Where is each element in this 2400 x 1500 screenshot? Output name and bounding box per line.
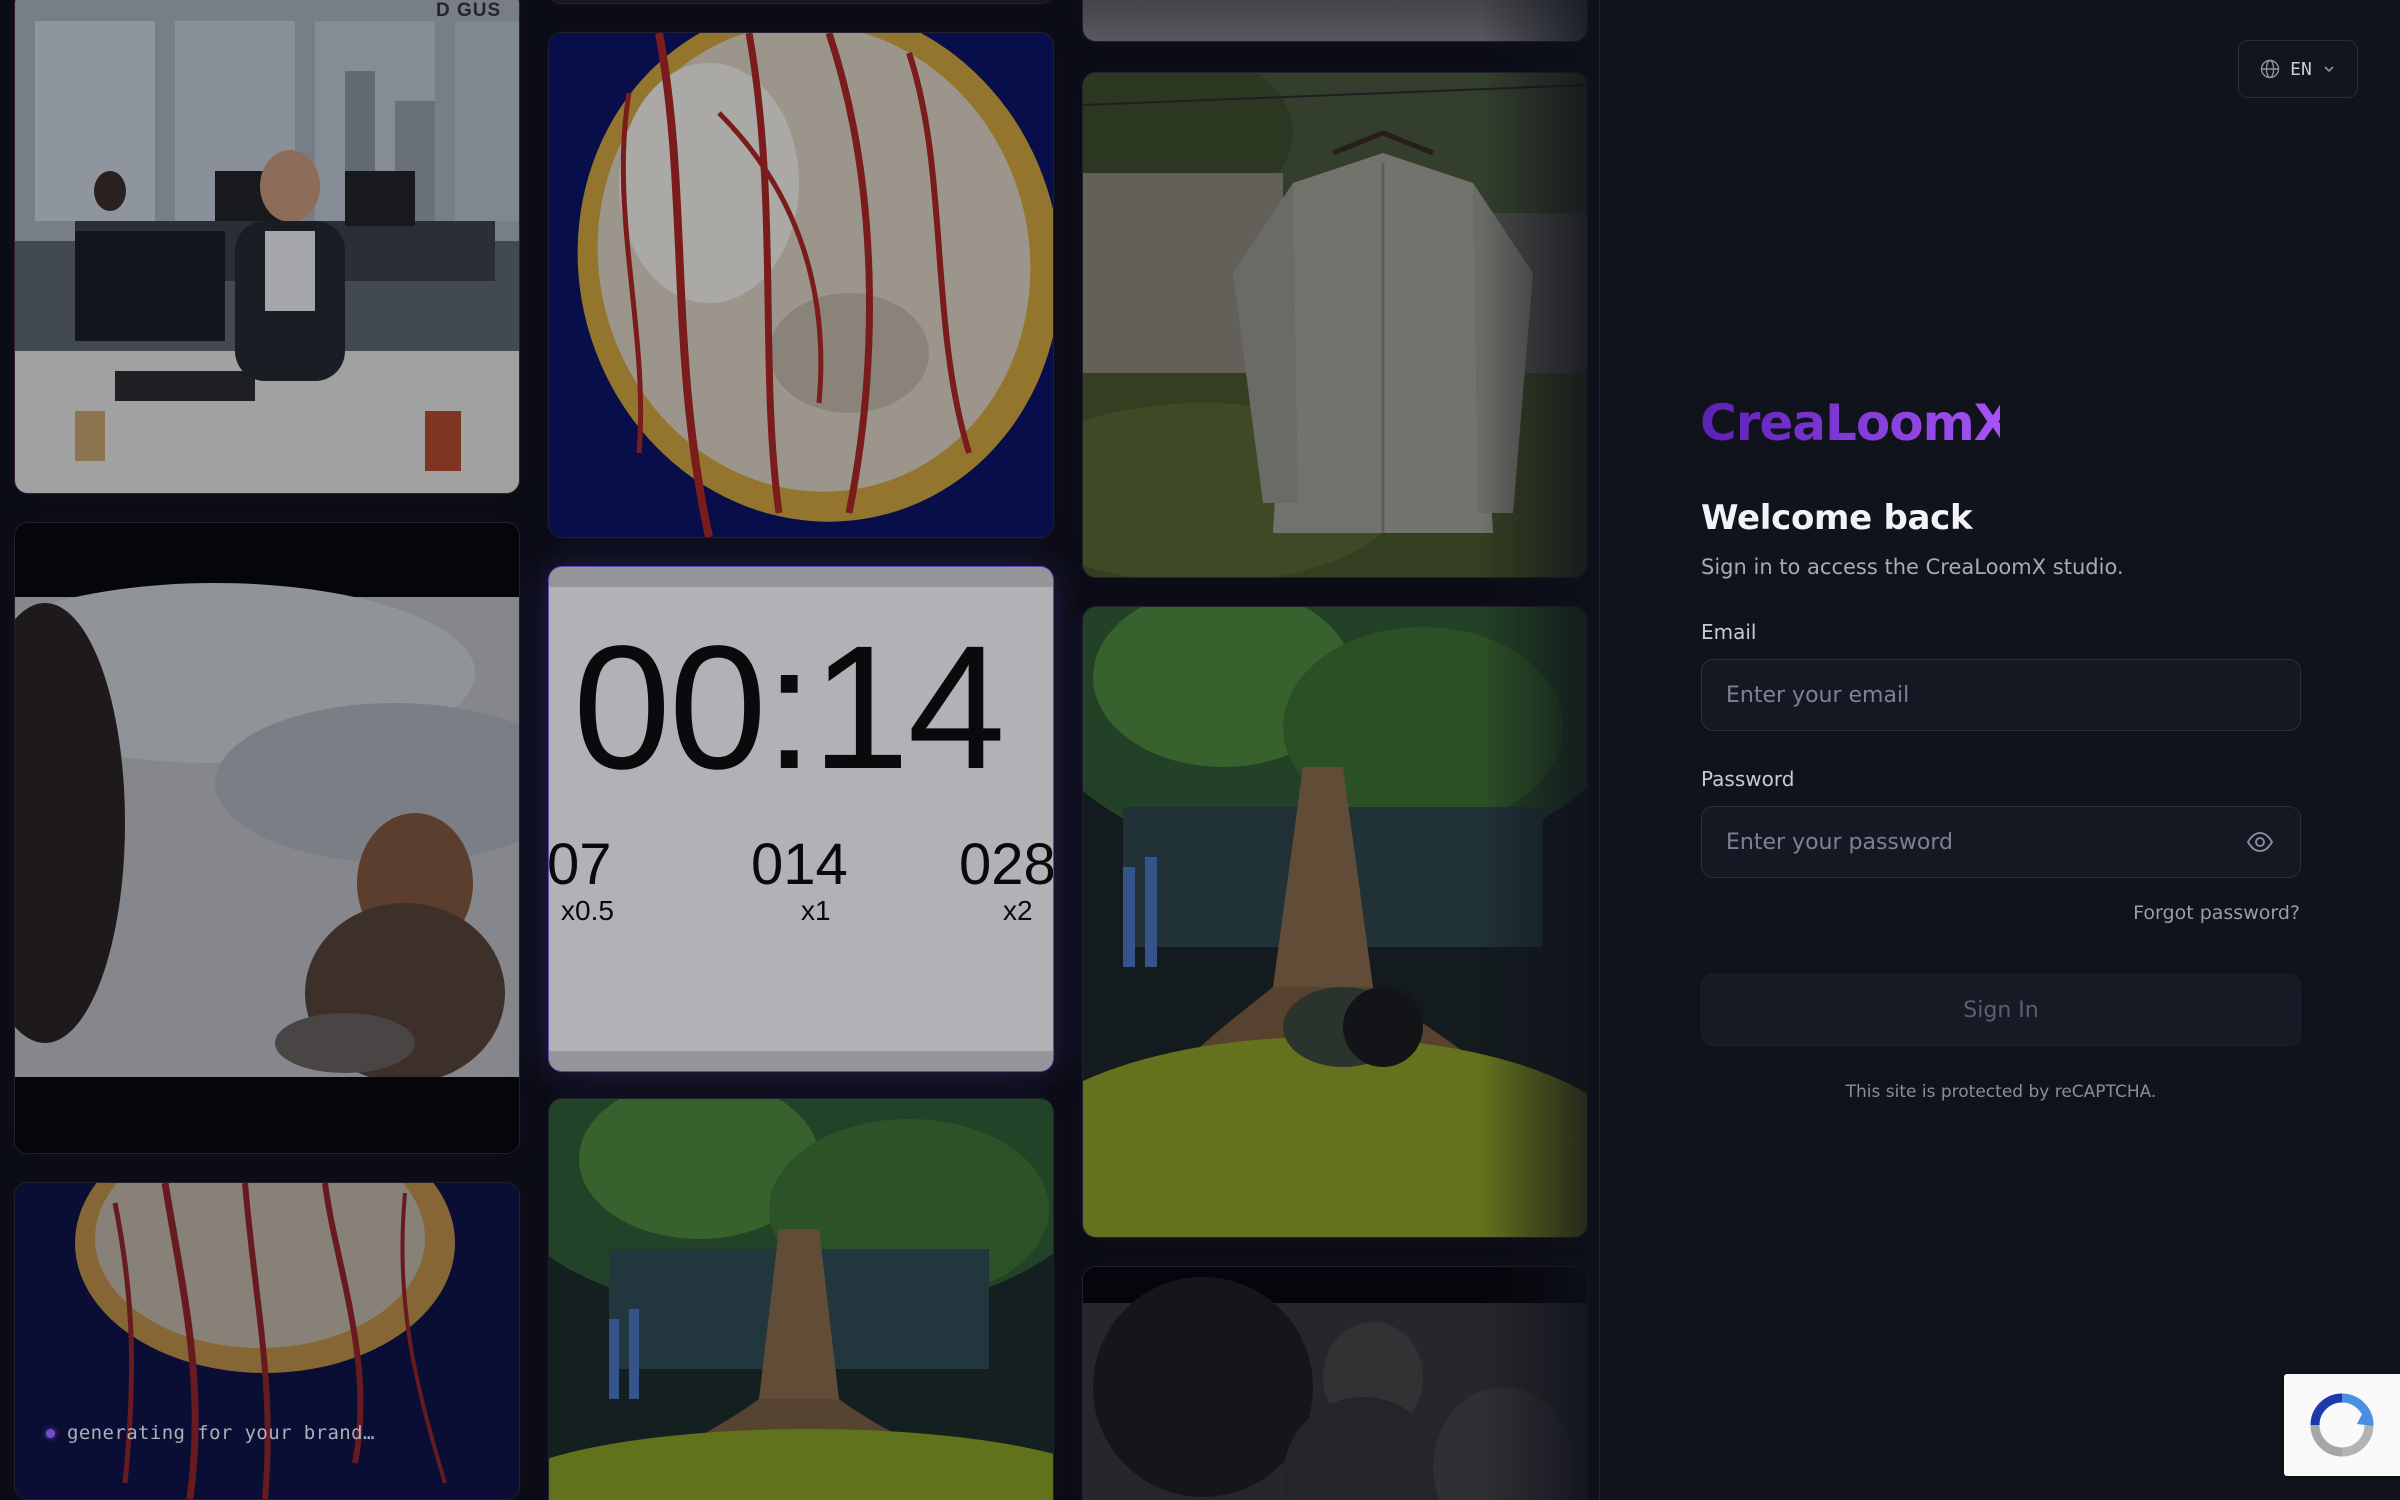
forgot-password-link[interactable]: Forgot password?: [2132, 902, 2300, 924]
gallery-tile-monkey: [14, 522, 520, 1154]
brand-logo-mark: CreaLoomX: [1700, 394, 2013, 452]
login-panel: [1600, 0, 2400, 1500]
gallery-tile-tree: [548, 1098, 1054, 1500]
password-label: Password: [1701, 767, 1795, 791]
monkey-image: [15, 523, 519, 1153]
page-subtitle: Sign in to access the CreaLoomX studio.: [1701, 555, 2124, 579]
gallery-tile-jellyfish-small: [14, 1182, 520, 1500]
generation-status-text: generating for your brand…: [67, 1422, 375, 1444]
jellyfish-small-image: [15, 1183, 519, 1499]
email-label: Email: [1701, 620, 1757, 644]
timer-main-readout: 00:14: [573, 610, 1005, 806]
brand-logo: CreaLoomX: [1700, 388, 2013, 459]
password-field[interactable]: [1702, 807, 2300, 877]
gallery-tile-office: [14, 0, 520, 494]
timer-speed-left: x0.5: [561, 895, 614, 926]
language-code: EN: [2290, 58, 2312, 80]
gallery-tile-tree-right: [1082, 606, 1588, 1238]
timer-tick-left: 07: [548, 832, 612, 897]
timer-tick-center: 014: [751, 832, 848, 897]
password-field-wrapper: [1701, 806, 2301, 878]
gallery-tile-jellyfish: [548, 32, 1054, 538]
recaptcha-badge[interactable]: [2284, 1374, 2400, 1476]
email-field[interactable]: [1702, 660, 2300, 730]
status-dot-icon: [46, 1428, 55, 1438]
gallery-tile-top-sliver: [548, 0, 1054, 4]
figures-image: [1083, 1267, 1587, 1500]
tree-image: [549, 1099, 1053, 1500]
generation-status: generating for your brand…: [46, 1422, 375, 1444]
shirt-image: [1083, 73, 1587, 577]
jellyfish-image: [549, 33, 1053, 537]
recaptcha-icon: [2310, 1393, 2374, 1457]
show-password-eye-icon[interactable]: [2246, 831, 2274, 858]
gallery-tile-timer: 00:14 07 014 028 x0.5 x1 x2: [548, 566, 1054, 1072]
recaptcha-notice: This site is protected by reCAPTCHA.: [1845, 1082, 2157, 1102]
timer-tick-right: 028: [959, 832, 1054, 897]
gallery-tile-figures: [1082, 1266, 1588, 1500]
globe-icon: [2260, 59, 2280, 79]
office-image: [15, 0, 519, 493]
timer-speed-center: x1: [801, 895, 831, 926]
email-field-wrapper: [1701, 659, 2301, 731]
sign-in-button[interactable]: Sign In: [1701, 974, 2301, 1046]
timer-speed-right: x2: [1003, 895, 1033, 926]
gallery-tile-top-sliver-right: [1082, 0, 1588, 42]
language-selector[interactable]: EN: [2238, 40, 2358, 98]
brand-name: CreaLoomX: [1700, 394, 2000, 452]
chevron-down-icon: [2324, 66, 2334, 73]
image-watermark: D GUS: [436, 0, 502, 21]
gallery-tile-shirt: [1082, 72, 1588, 578]
media-gallery: D GUS generating for your brand… 00:14 0…: [0, 0, 1600, 1500]
page-title: Welcome back: [1701, 498, 1973, 538]
tree-right-image: [1083, 607, 1587, 1237]
